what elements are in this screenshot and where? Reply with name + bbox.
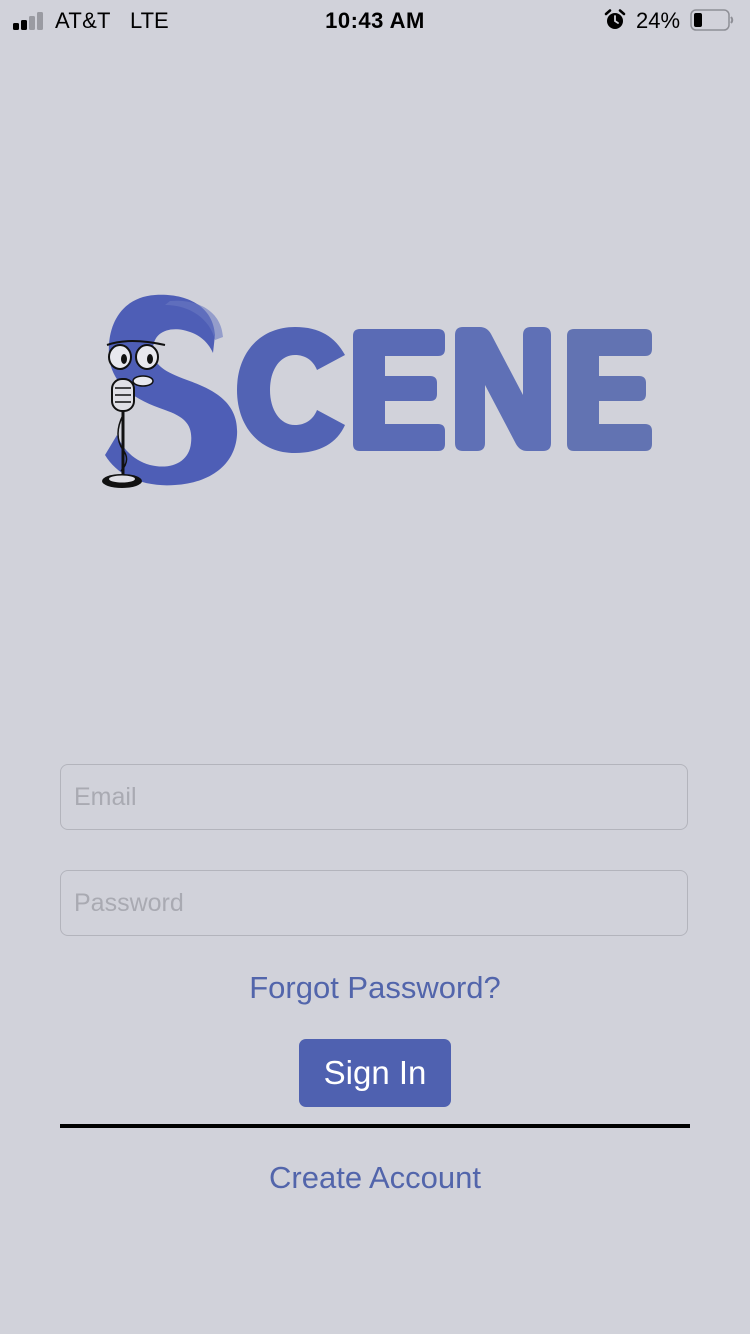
divider — [60, 1124, 690, 1128]
logo-letter-e1 — [353, 329, 445, 451]
battery-icon — [690, 9, 734, 31]
forgot-password-link[interactable]: Forgot Password? — [0, 970, 750, 1006]
password-field[interactable] — [60, 870, 688, 936]
logo-letter-n — [455, 327, 551, 451]
battery-percent: 24% — [636, 8, 681, 33]
scene-logo — [102, 294, 652, 488]
logo-letter-c — [237, 327, 345, 453]
sign-in-button[interactable]: Sign In — [299, 1039, 451, 1107]
create-account-link[interactable]: Create Account — [0, 1160, 750, 1196]
status-bar: AT&T LTE 10:43 AM 24% — [0, 0, 750, 40]
alarm-icon — [604, 9, 626, 29]
logo-letter-e2 — [567, 329, 652, 451]
email-field[interactable] — [60, 764, 688, 830]
